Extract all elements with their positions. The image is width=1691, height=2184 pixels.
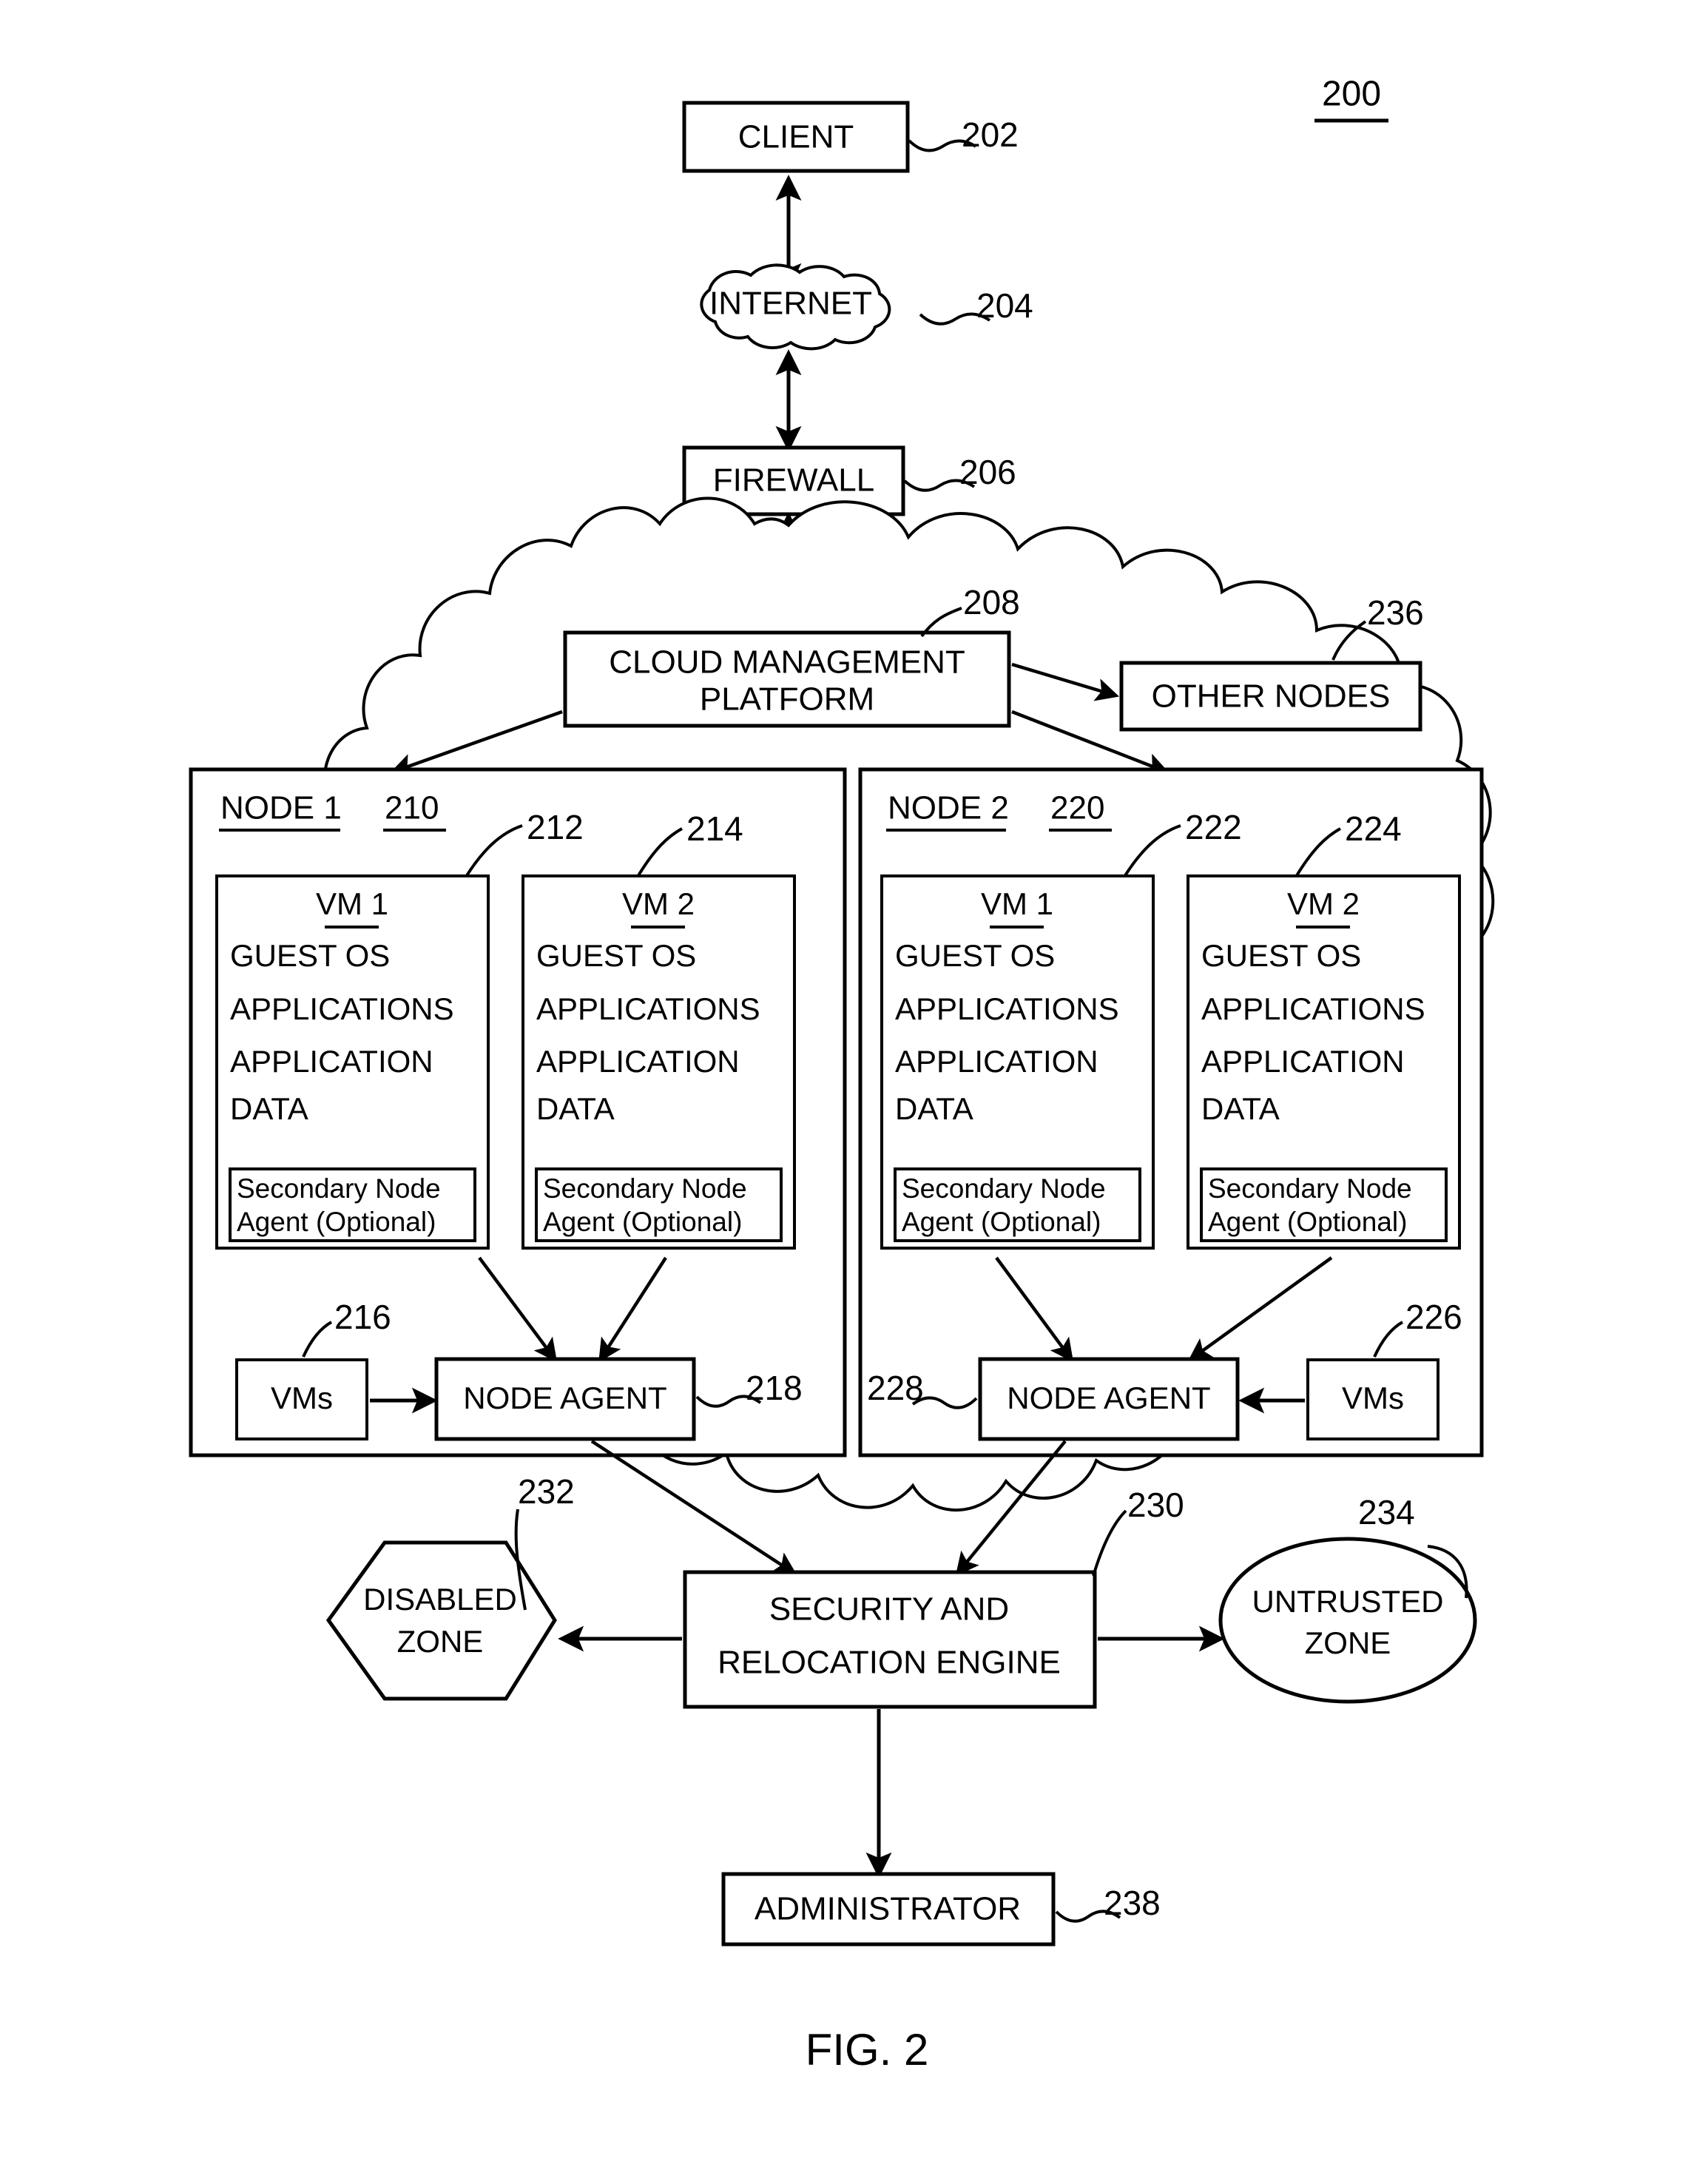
node1-vm1-title: VM 1 (316, 886, 388, 921)
node2-vms-label: VMs (1342, 1381, 1404, 1415)
cmp-ref-208: 208 (963, 583, 1020, 621)
node1-title: NODE 1 (220, 790, 342, 826)
node2-node-agent-label: NODE AGENT (1007, 1381, 1210, 1415)
untrusted-zone-line1: UNTRUSTED (1252, 1584, 1444, 1619)
security-engine-reference-callout: 230 (1092, 1486, 1184, 1577)
internet-label: INTERNET (709, 286, 872, 322)
node1-ref-210: 210 (385, 790, 439, 826)
node2-title: NODE 2 (888, 790, 1009, 826)
disabled-zone-shape[interactable] (325, 1540, 557, 1701)
node1-vm1-agent-line2: Agent (Optional) (237, 1207, 436, 1237)
node1-vm1-line-2: APPLICATION (230, 1044, 433, 1079)
node2-vm2-line-1: APPLICATIONS (1201, 991, 1425, 1026)
node1-node-agent[interactable]: NODE AGENT (434, 1357, 696, 1441)
node2-vm1-title: VM 1 (981, 886, 1053, 921)
administrator-reference-callout: 238 (1055, 1884, 1161, 1923)
node1-vm2-line-0: GUEST OS (536, 938, 696, 973)
firewall-reference-callout: 206 (903, 453, 1016, 492)
other-nodes-node[interactable]: OTHER NODES (1119, 661, 1422, 732)
security-engine-ref-230: 230 (1127, 1486, 1184, 1524)
node2-vm1-agent-line2: Agent (Optional) (902, 1207, 1101, 1237)
node2-vm1-agent-line1: Secondary Node (902, 1173, 1106, 1204)
security-relocation-engine-node[interactable]: SECURITY AND RELOCATION ENGINE (683, 1570, 1097, 1709)
disabled-zone-ref-232: 232 (518, 1472, 575, 1511)
cmp-label-line1: CLOUD MANAGEMENT (609, 644, 965, 681)
node2-vm2-line-2: APPLICATION (1201, 1044, 1405, 1079)
untrusted-zone-shape[interactable] (1218, 1537, 1477, 1704)
node1-node-agent-ref-218: 218 (746, 1369, 803, 1407)
firewall-label: FIREWALL (713, 462, 874, 499)
security-engine-leader-line (1092, 1509, 1127, 1577)
figure-number-200: 200 (1314, 75, 1388, 123)
client-label: CLIENT (738, 119, 854, 155)
node1-vms-ref-216: 216 (334, 1298, 391, 1336)
node1-vm2-line-3: DATA (536, 1091, 615, 1126)
figure-caption: FIG. 2 (806, 2025, 929, 2075)
cmp-label-line2: PLATFORM (700, 681, 874, 718)
node1-vm2-agent-line1: Secondary Node (543, 1173, 747, 1204)
node1-vm2-title: VM 2 (622, 886, 695, 921)
node2-vm2-title: VM 2 (1287, 886, 1360, 921)
administrator-node[interactable]: ADMINISTRATOR (721, 1872, 1056, 1947)
node1-node-agent-label: NODE AGENT (463, 1381, 666, 1415)
node2-vm1-line-3: DATA (895, 1091, 973, 1126)
internet-cloud[interactable]: INTERNET (700, 263, 891, 351)
disabled-zone-node[interactable]: DISABLED ZONE (325, 1540, 557, 1701)
node1-vm1-agent-line1: Secondary Node (237, 1173, 441, 1204)
node2-vm1-line-1: APPLICATIONS (895, 991, 1119, 1026)
security-engine-line2: RELOCATION ENGINE (718, 1645, 1061, 1681)
administrator-ref-238: 238 (1104, 1884, 1161, 1922)
node1-vms-node[interactable]: VMs (235, 1358, 368, 1440)
node2-vm1-ref-222: 222 (1185, 808, 1242, 846)
node2-vm2-line-3: DATA (1201, 1091, 1280, 1126)
other-nodes-ref-236: 236 (1367, 593, 1424, 632)
patent-diagram: 200 CLIENT 202 INTERNET 204 FIREWALL 206 (189, 75, 1495, 2075)
administrator-label: ADMINISTRATOR (755, 1891, 1021, 1927)
node1-vm2-line-1: APPLICATIONS (536, 991, 760, 1026)
untrusted-zone-line2: ZONE (1305, 1625, 1391, 1660)
disabled-zone-line1: DISABLED (363, 1582, 517, 1617)
node1-vm2-ref-214: 214 (686, 809, 743, 848)
node1-vm1-ref-212: 212 (527, 808, 584, 846)
node2-vm2-agent-line2: Agent (Optional) (1208, 1207, 1407, 1237)
cloud-management-platform-node[interactable]: CLOUD MANAGEMENT PLATFORM (563, 630, 1011, 728)
firewall-ref-206: 206 (959, 453, 1016, 491)
node2-vms-node[interactable]: VMs (1306, 1358, 1439, 1440)
node1-vms-label: VMs (271, 1381, 333, 1415)
other-nodes-label: OTHER NODES (1152, 678, 1391, 715)
node2-vm2[interactable]: VM 2 GUEST OS APPLICATIONS APPLICATION D… (1187, 874, 1461, 1250)
node1-vm1-line-1: APPLICATIONS (230, 991, 454, 1026)
node1-vm1-line-0: GUEST OS (230, 938, 390, 973)
node2-node-agent-ref-228: 228 (867, 1369, 924, 1407)
figure-number-text: 200 (1322, 75, 1381, 114)
disabled-zone-line2: ZONE (397, 1624, 484, 1659)
client-reference-callout: 202 (908, 115, 1019, 154)
internet-reference-callout: 204 (919, 286, 1033, 326)
node2-vm2-agent-line1: Secondary Node (1208, 1173, 1412, 1204)
node1-vm1[interactable]: VM 1 GUEST OS APPLICATIONS APPLICATION D… (215, 874, 490, 1250)
client-ref-202: 202 (962, 115, 1019, 154)
security-engine-line1: SECURITY AND (769, 1591, 1009, 1628)
node2-vm1[interactable]: VM 1 GUEST OS APPLICATIONS APPLICATION D… (880, 874, 1155, 1250)
node1-vm2-agent-line2: Agent (Optional) (543, 1207, 742, 1237)
client-node[interactable]: CLIENT (682, 101, 910, 173)
node2-vm2-line-0: GUEST OS (1201, 938, 1361, 973)
node2-ref-220: 220 (1050, 790, 1104, 826)
node1-vm2[interactable]: VM 2 GUEST OS APPLICATIONS APPLICATION D… (522, 874, 796, 1250)
node2-vm2-ref-224: 224 (1345, 809, 1402, 848)
internet-ref-204: 204 (976, 286, 1033, 325)
node1-vm2-line-2: APPLICATION (536, 1044, 740, 1079)
untrusted-zone-node[interactable]: UNTRUSTED ZONE (1218, 1537, 1477, 1704)
node2-vm1-line-2: APPLICATION (895, 1044, 1098, 1079)
node2-vm1-line-0: GUEST OS (895, 938, 1055, 973)
node1-vm1-line-3: DATA (230, 1091, 308, 1126)
node2-node-agent[interactable]: NODE AGENT (978, 1357, 1240, 1441)
node2-vms-ref-226: 226 (1405, 1298, 1462, 1336)
untrusted-zone-ref-234: 234 (1358, 1493, 1415, 1531)
figure-canvas: 200 CLIENT 202 INTERNET 204 FIREWALL 206 (0, 0, 1691, 2184)
